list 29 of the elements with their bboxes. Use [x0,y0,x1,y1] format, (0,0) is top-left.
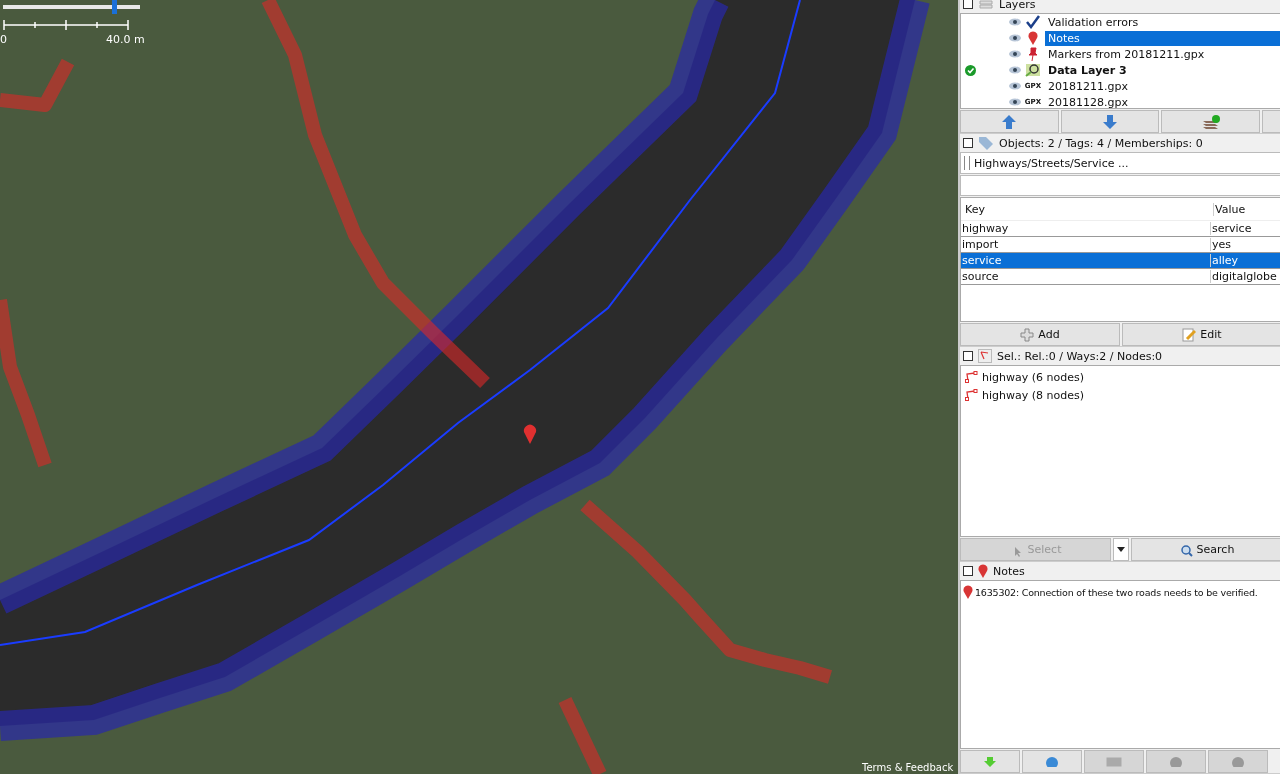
table-cell-text: yes [1211,238,1232,251]
scale-label: 40.0 m [106,33,145,46]
layer-item[interactable]: 20181128.gpx [1045,94,1280,108]
table-cell: source [961,270,1211,283]
table-cell: highway [961,222,1211,235]
table-cell-text: service [1211,222,1253,235]
panel-title: Objects: 2 / Tags: 4 / Memberships: 0 [999,136,1203,150]
layer-item[interactable]: 20181211.gpx [1045,78,1280,94]
toolbar-button[interactable]: Search [1131,538,1280,561]
attribution-link[interactable]: Terms & Feedback [862,762,954,774]
panel-title: Notes [993,564,1025,578]
layer-item[interactable]: Markers from 20181211.gpx [1045,46,1280,62]
scale-label: 0 [0,33,7,46]
table-cell-text: digitalglobe [1211,270,1278,283]
layer-item[interactable]: Data Layer 3 [1045,62,1280,78]
edit-button[interactable]: Edit [1122,323,1280,346]
table-cell: import [961,238,1211,251]
layer-item[interactable]: Validation errors [1045,14,1280,30]
table-cell: service [961,254,1211,267]
table-cell-text: alley [1211,254,1240,267]
add-button[interactable]: Add [960,323,1120,346]
column-header[interactable]: Value [1214,202,1280,216]
panel-title: Layers [999,0,1036,11]
selection-item[interactable]: highway (6 nodes) [982,370,1084,384]
selection-item[interactable]: highway (8 nodes) [982,388,1084,402]
column-header[interactable]: Key [961,202,1214,216]
layer-item[interactable]: Notes [1045,30,1280,46]
panel-title: Sel.: Rel.:0 / Ways:2 / Nodes:0 [997,349,1163,363]
note-item[interactable]: 1635302: Connection of these two roads needs to be verified. [975,586,1258,598]
